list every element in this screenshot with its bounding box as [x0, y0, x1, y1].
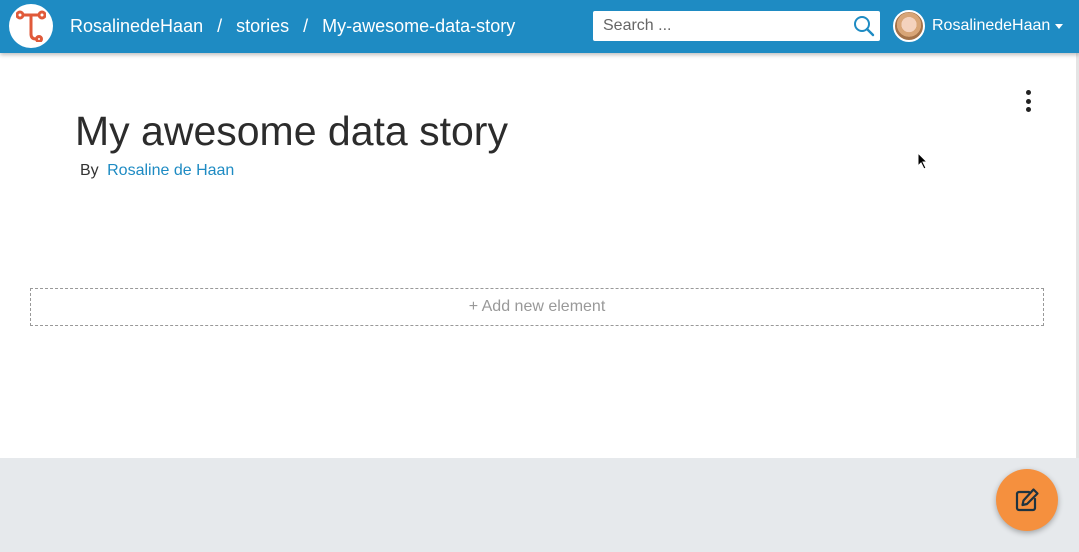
search-icon[interactable]: [853, 15, 875, 37]
breadcrumb-current-story[interactable]: My-awesome-data-story: [322, 16, 515, 37]
t-logo-icon: [16, 10, 46, 42]
breadcrumb-separator: /: [217, 16, 223, 36]
add-new-element-button[interactable]: + Add new element: [30, 288, 1044, 326]
breadcrumb: RosalinedeHaan / stories / My-awesome-da…: [70, 0, 515, 53]
search-box: [593, 11, 880, 41]
mouse-cursor-icon: [917, 152, 929, 170]
breadcrumb-stories[interactable]: stories: [236, 16, 289, 37]
user-avatar[interactable]: [893, 10, 925, 42]
edit-story-button[interactable]: [996, 469, 1058, 531]
breadcrumb-user[interactable]: RosalinedeHaan: [70, 16, 203, 37]
by-label: By: [80, 162, 99, 179]
edit-icon: [1015, 488, 1039, 512]
story-byline: By Rosaline de Haan: [80, 162, 234, 180]
story-title: My awesome data story: [75, 108, 508, 154]
caret-down-icon[interactable]: [1055, 23, 1064, 29]
user-name[interactable]: RosalinedeHaan: [932, 17, 1050, 35]
app-logo-icon[interactable]: [9, 4, 53, 48]
search-input[interactable]: [593, 11, 843, 41]
kebab-menu-icon[interactable]: [1018, 88, 1038, 114]
breadcrumb-separator: /: [303, 16, 309, 36]
author-link[interactable]: Rosaline de Haan: [107, 162, 234, 179]
user-menu[interactable]: RosalinedeHaan: [893, 9, 1064, 43]
top-navbar: RosalinedeHaan / stories / My-awesome-da…: [0, 0, 1079, 53]
